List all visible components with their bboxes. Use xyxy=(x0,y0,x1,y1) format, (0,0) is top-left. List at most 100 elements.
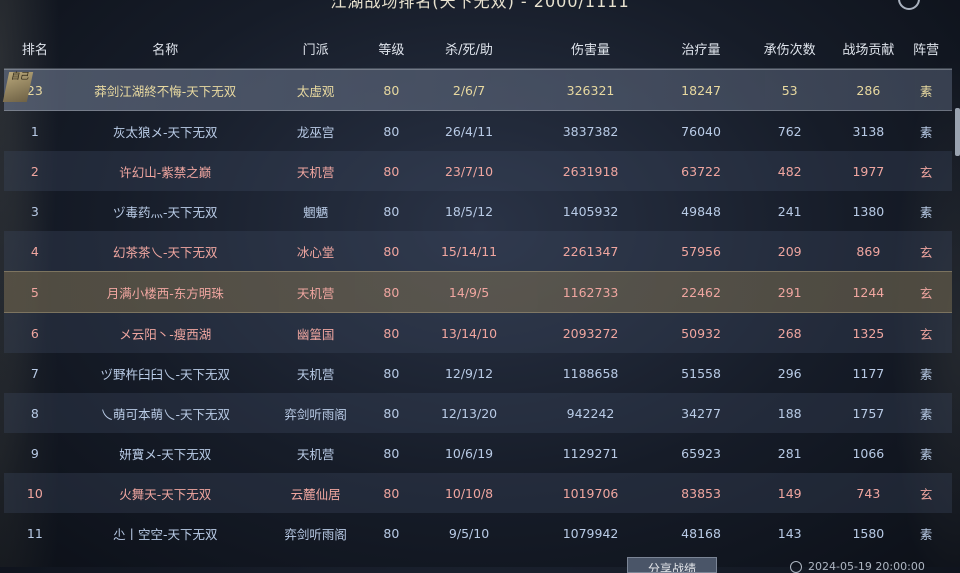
cell-name: メ云阳丶-瘦西湖 xyxy=(119,326,212,342)
cell-kda: 2/6/7 xyxy=(452,82,486,98)
cell-hits-taken: 149 xyxy=(777,485,802,501)
table-row[interactable]: 5 月满小楼西-东方明珠 天机营 80 14/9/5 1162733 22462 291 124… xyxy=(4,271,952,313)
cell-contribution: 1177 xyxy=(852,365,885,381)
header-faction: 阵营 xyxy=(913,42,940,58)
cell-name: ヅ野杵臼臼乀-天下无双 xyxy=(100,366,231,382)
cell-level: 80 xyxy=(383,123,400,139)
cell-faction: 玄 xyxy=(919,326,933,342)
cell-contribution: 3138 xyxy=(852,123,885,139)
cell-rank: 4 xyxy=(30,243,39,259)
header-level: 等级 xyxy=(378,42,405,58)
cell-kda: 10/10/8 xyxy=(444,485,494,501)
cell-rank: 11 xyxy=(26,525,43,541)
share-button[interactable]: 分享战绩 xyxy=(627,557,717,573)
cell-rank: 5 xyxy=(30,284,39,300)
cell-damage: 1129271 xyxy=(562,445,619,461)
cell-kda: 13/14/10 xyxy=(440,325,498,341)
cell-kda: 18/5/12 xyxy=(444,203,494,219)
cell-name: 妍寶メ-天下无双 xyxy=(119,446,212,462)
cell-healing: 57956 xyxy=(681,243,721,259)
cell-level: 80 xyxy=(383,284,400,300)
table-row[interactable]: 11 尐丨空空-天下无双 弈剑听雨阁 80 9/5/10 1079942 48168 143 1… xyxy=(4,513,952,553)
cell-hits-taken: 281 xyxy=(777,445,802,461)
cell-damage: 1188658 xyxy=(562,365,619,381)
clock-icon xyxy=(790,561,802,573)
cell-hits-taken: 188 xyxy=(777,405,802,421)
cell-faction: 素 xyxy=(919,83,933,99)
cell-rank: 2 xyxy=(30,163,39,179)
cell-sect: 天机营 xyxy=(296,446,335,462)
cell-sect: 魍魉 xyxy=(303,204,329,220)
scrollbar-thumb[interactable] xyxy=(955,108,960,156)
cell-sect: 太虚观 xyxy=(296,83,335,99)
table-row[interactable]: 10 火舞天-天下无双 云麓仙居 80 10/10/8 1019706 83853 149 74… xyxy=(4,473,952,513)
cell-name: 灰太狼メ-天下无双 xyxy=(113,124,218,140)
cell-sect: 弈剑听雨阁 xyxy=(284,526,347,542)
cell-name: 幻茶茶乀-天下无双 xyxy=(113,244,218,260)
window-title: 江湖战场排名(天下无双) - 2000/1111 xyxy=(330,0,630,11)
cell-hits-taken: 241 xyxy=(777,203,802,219)
cell-rank: 10 xyxy=(26,485,43,501)
cell-rank: 9 xyxy=(30,445,39,461)
cell-level: 80 xyxy=(383,405,400,421)
cell-faction: 素 xyxy=(919,526,933,542)
cell-kda: 12/9/12 xyxy=(444,365,494,381)
cell-rank: 7 xyxy=(30,365,39,381)
table-row[interactable]: 8 乀萌可本萌乀-天下无双 弈剑听雨阁 80 12/13/20 942242 34277 18… xyxy=(4,393,952,433)
cell-hits-taken: 143 xyxy=(777,525,802,541)
cell-kda: 15/14/11 xyxy=(440,243,498,259)
table-header: 排名 名称 门派 等级 杀/死/助 伤害量 治疗量 承伤次数 战场贡献 阵营 xyxy=(4,28,952,69)
cell-damage: 2261347 xyxy=(562,243,619,259)
cell-name: 乀萌可本萌乀-天下无双 xyxy=(100,406,231,422)
cell-sect: 天机营 xyxy=(296,366,335,382)
self-row[interactable]: 自己 23 莽剑江湖終不悔-天下无双 太虚观 80 2/6/7 326321 1… xyxy=(2,69,952,111)
table-row[interactable]: 4 幻茶茶乀-天下无双 冰心堂 80 15/14/11 2261347 57956 209 86… xyxy=(4,231,952,271)
cell-damage: 1019706 xyxy=(562,485,619,501)
cell-healing: 48168 xyxy=(681,525,721,541)
cell-sect: 幽篁国 xyxy=(296,326,335,342)
cell-hits-taken: 268 xyxy=(777,325,802,341)
cell-healing: 49848 xyxy=(681,203,721,219)
cell-healing: 18247 xyxy=(681,82,721,98)
cell-contribution: 743 xyxy=(856,485,881,501)
cell-rank: 1 xyxy=(30,123,39,139)
cell-healing: 50932 xyxy=(681,325,721,341)
header-healing: 治疗量 xyxy=(681,42,721,58)
cell-kda: 23/7/10 xyxy=(444,163,494,179)
cell-sect: 弈剑听雨阁 xyxy=(284,406,347,422)
table-row[interactable]: 6 メ云阳丶-瘦西湖 幽篁国 80 13/14/10 2093272 50932 268 132… xyxy=(4,313,952,353)
table-row[interactable]: 9 妍寶メ-天下无双 天机营 80 10/6/19 1129271 65923 281 1066… xyxy=(4,433,952,473)
table-row[interactable]: 7 ヅ野杵臼臼乀-天下无双 天机营 80 12/9/12 1188658 51558 296 1… xyxy=(4,353,952,393)
header-kda: 杀/死/助 xyxy=(445,42,493,58)
cell-level: 80 xyxy=(383,445,400,461)
cell-kda: 9/5/10 xyxy=(448,525,490,541)
header-sect: 门派 xyxy=(302,42,329,58)
cell-healing: 63722 xyxy=(681,163,721,179)
cell-contribution: 1244 xyxy=(852,284,885,300)
cell-hits-taken: 53 xyxy=(781,82,798,98)
table-row[interactable]: 2 许幻山-紫禁之巅 天机营 80 23/7/10 2631918 63722 482 1977… xyxy=(4,151,952,191)
cell-faction: 素 xyxy=(919,446,933,462)
cell-healing: 76040 xyxy=(681,123,721,139)
cell-faction: 素 xyxy=(919,366,933,382)
cell-contribution: 869 xyxy=(856,243,881,259)
cell-contribution: 286 xyxy=(856,82,881,98)
cell-level: 80 xyxy=(383,163,400,179)
cell-sect: 云麓仙居 xyxy=(290,486,341,502)
table-row[interactable]: 1 灰太狼メ-天下无双 龙巫宫 80 26/4/11 3837382 76040 762 313… xyxy=(4,111,952,151)
cell-faction: 素 xyxy=(919,406,933,422)
cell-hits-taken: 296 xyxy=(777,365,802,381)
cell-faction: 素 xyxy=(919,124,933,140)
cell-damage: 942242 xyxy=(566,405,615,421)
cell-level: 80 xyxy=(383,243,400,259)
cell-sect: 冰心堂 xyxy=(296,244,335,260)
cell-name: 火舞天-天下无双 xyxy=(119,486,212,502)
cell-contribution: 1380 xyxy=(852,203,885,219)
table-row[interactable]: 3 ヅ毒药灬-天下无双 魍魉 80 18/5/12 1405932 49848 241 1380… xyxy=(4,191,952,231)
header-contribution: 战场贡献 xyxy=(842,42,895,58)
cell-faction: 玄 xyxy=(919,285,933,301)
cell-contribution: 1757 xyxy=(852,405,885,421)
cell-kda: 12/13/20 xyxy=(440,405,498,421)
cell-name: ヅ毒药灬-天下无双 xyxy=(113,204,218,220)
cell-name: 尐丨空空-天下无双 xyxy=(113,526,218,542)
